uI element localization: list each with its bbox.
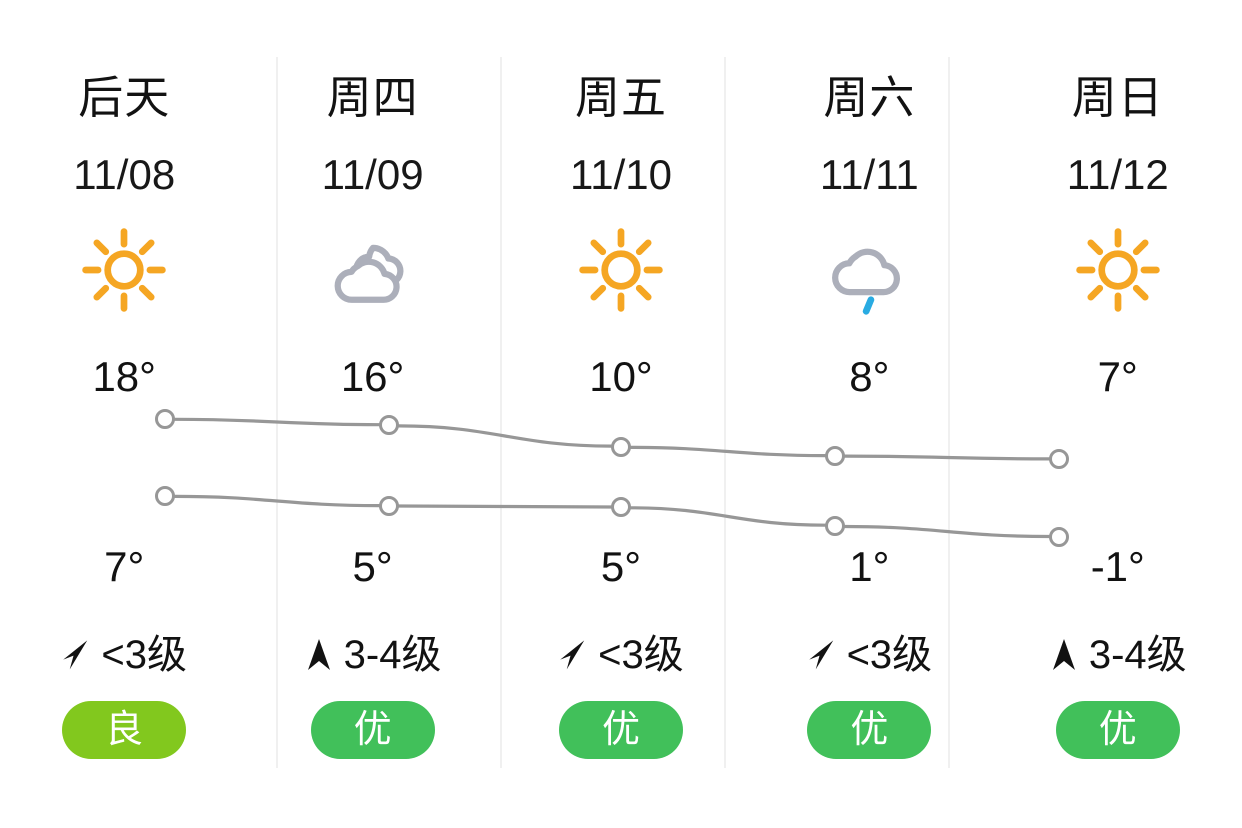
day-date: 11/09 bbox=[321, 151, 424, 198]
forecast-day-column[interactable]: 周四 11/09 16° 5° 3-4级 优 bbox=[248, 0, 496, 828]
forecast-day-column[interactable]: 周六 11/11 8° 1° <3级 优 bbox=[745, 0, 993, 828]
wind-level-label: <3级 bbox=[101, 633, 187, 677]
air-quality-badge[interactable]: 良 bbox=[62, 701, 187, 759]
day-label: 后天 bbox=[78, 72, 171, 123]
air-quality-label: 优 bbox=[850, 709, 889, 751]
low-temperature: 1° bbox=[849, 543, 890, 590]
low-temperature: 7° bbox=[104, 543, 145, 590]
high-temperature: 16° bbox=[340, 353, 405, 400]
forecast-day-column[interactable]: 后天 11/08 18° 7° <3级 良 bbox=[0, 0, 248, 828]
sun-icon bbox=[571, 222, 671, 318]
air-quality-label: 优 bbox=[601, 709, 640, 751]
high-temperature: 10° bbox=[589, 353, 653, 400]
wind-level-label: 3-4级 bbox=[343, 633, 442, 677]
air-quality-label: 优 bbox=[1098, 709, 1137, 751]
forecast-day-column[interactable]: 周五 11/10 10° 5° <3级 优 bbox=[497, 0, 745, 828]
day-label: 周五 bbox=[574, 72, 667, 123]
low-temperature: -1° bbox=[1090, 543, 1145, 590]
air-quality-badge[interactable]: 优 bbox=[1055, 701, 1180, 759]
air-quality-badge[interactable]: 优 bbox=[558, 701, 683, 759]
weather-forecast-panel: 后天 11/08 18° 7° <3级 良 周四 11/09 16° 5° 3-… bbox=[0, 0, 1242, 828]
wind-info: <3级 bbox=[745, 628, 993, 682]
wind-arrow-northeast-icon bbox=[560, 640, 585, 670]
wind-arrow-northeast-icon bbox=[808, 640, 833, 670]
sun-icon bbox=[1068, 222, 1168, 318]
day-label: 周四 bbox=[326, 72, 419, 123]
rain-cloud-icon bbox=[819, 222, 919, 318]
wind-arrow-north-icon bbox=[1052, 639, 1075, 670]
wind-arrow-northeast-icon bbox=[63, 640, 88, 670]
sun-icon bbox=[74, 222, 174, 318]
air-quality-badge[interactable]: 优 bbox=[807, 701, 932, 759]
air-quality-label: 良 bbox=[105, 709, 144, 751]
wind-arrow-north-icon bbox=[307, 639, 330, 670]
wind-level-label: <3级 bbox=[846, 633, 933, 677]
wind-info: 3-4级 bbox=[994, 628, 1242, 682]
wind-level-label: <3级 bbox=[598, 633, 684, 677]
forecast-day-column[interactable]: 周日 11/12 7° -1° 3-4级 优 bbox=[994, 0, 1242, 828]
wind-info: <3级 bbox=[497, 628, 745, 682]
forecast-columns: 后天 11/08 18° 7° <3级 良 周四 11/09 16° 5° 3-… bbox=[0, 0, 1242, 828]
day-label: 周日 bbox=[1071, 72, 1164, 123]
low-temperature: 5° bbox=[600, 543, 642, 590]
wind-info: <3级 bbox=[0, 628, 248, 682]
wind-info: 3-4级 bbox=[248, 628, 496, 682]
day-date: 11/11 bbox=[819, 151, 919, 198]
day-date: 11/08 bbox=[73, 151, 176, 198]
high-temperature: 7° bbox=[1097, 353, 1138, 400]
air-quality-label: 优 bbox=[353, 709, 392, 751]
wind-level-label: 3-4级 bbox=[1088, 633, 1187, 677]
day-date: 11/12 bbox=[1066, 151, 1169, 198]
day-date: 11/10 bbox=[569, 151, 672, 198]
cloudy-icon bbox=[323, 222, 423, 318]
high-temperature: 18° bbox=[92, 353, 156, 400]
low-temperature: 5° bbox=[352, 543, 393, 590]
high-temperature: 8° bbox=[849, 353, 890, 400]
day-label: 周六 bbox=[823, 72, 916, 123]
air-quality-badge[interactable]: 优 bbox=[310, 701, 435, 759]
